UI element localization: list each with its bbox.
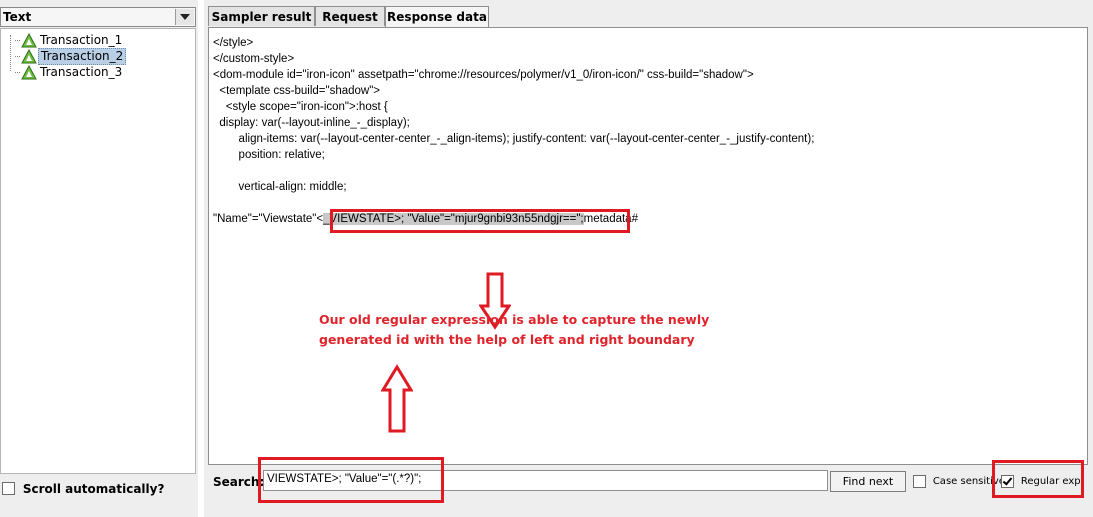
code-line: display: var(--layout-inline_-_display); — [213, 117, 410, 129]
success-triangle-icon — [21, 33, 37, 48]
tree-connector-line — [10, 35, 11, 71]
tree-connector — [15, 56, 20, 57]
tree-item-label: Transaction_2 — [38, 48, 127, 65]
case-sensitive-checkbox[interactable] — [913, 475, 926, 488]
annotation-text-line-2: generated id with the help of left and r… — [319, 332, 695, 347]
regex-highlight-box — [992, 460, 1084, 498]
search-bar: Search: VIEWSTATE>; "Value"="(.*?)"; Fin… — [208, 457, 1088, 505]
search-label: Search: — [213, 475, 265, 489]
renderer-select-value: Text — [3, 10, 32, 24]
tab-sampler-result[interactable]: Sampler result — [208, 6, 315, 26]
code-line: <dom-module id="iron-icon" assetpath="ch… — [213, 69, 754, 81]
tab-response-data[interactable]: Response data — [385, 6, 489, 28]
sample-tree: Transaction_1 Transaction_2 Transaction_… — [0, 28, 196, 474]
response-viewer-panel: Sampler result Request Response data </s… — [204, 0, 1093, 517]
scroll-automatically-checkbox[interactable] — [2, 482, 15, 495]
tab-request[interactable]: Request — [315, 6, 385, 26]
tree-item-label: Transaction_3 — [40, 65, 123, 79]
annotation-text-line-1: Our old regular expression is able to ca… — [319, 312, 710, 327]
captured-value-highlight-box — [330, 209, 630, 233]
find-next-button[interactable]: Find next — [830, 471, 906, 492]
renderer-select[interactable]: Text — [0, 7, 196, 27]
tree-item-label: Transaction_1 — [40, 33, 123, 47]
search-highlight-box — [258, 457, 444, 503]
code-line: vertical-align: middle; — [213, 181, 347, 193]
success-triangle-icon — [21, 65, 37, 80]
code-line: </style> — [213, 37, 254, 49]
results-tree-panel: Text Transaction_1 Transaction_2 Transac… — [0, 0, 198, 517]
scroll-automatically-label: Scroll automatically? — [22, 481, 165, 496]
code-line: <style scope="iron-icon">:host { — [213, 101, 388, 113]
tree-connector — [15, 40, 20, 41]
viewstate-prefix: "Name"="Viewstate"< — [213, 213, 324, 225]
success-triangle-icon — [21, 49, 37, 64]
code-line: <template css-build="shadow"> — [213, 85, 381, 97]
code-line: </custom-style> — [213, 53, 295, 65]
tree-connector — [15, 72, 20, 73]
chevron-down-icon[interactable] — [175, 9, 194, 25]
scroll-automatically-toggle[interactable]: Scroll automatically? — [2, 481, 164, 497]
response-data-text[interactable]: </style> </custom-style> <dom-module id=… — [208, 27, 1088, 465]
code-line: align-items: var(--layout-center-center_… — [213, 133, 815, 145]
code-line: position: relative; — [213, 149, 325, 161]
up-arrow-icon — [381, 364, 413, 433]
